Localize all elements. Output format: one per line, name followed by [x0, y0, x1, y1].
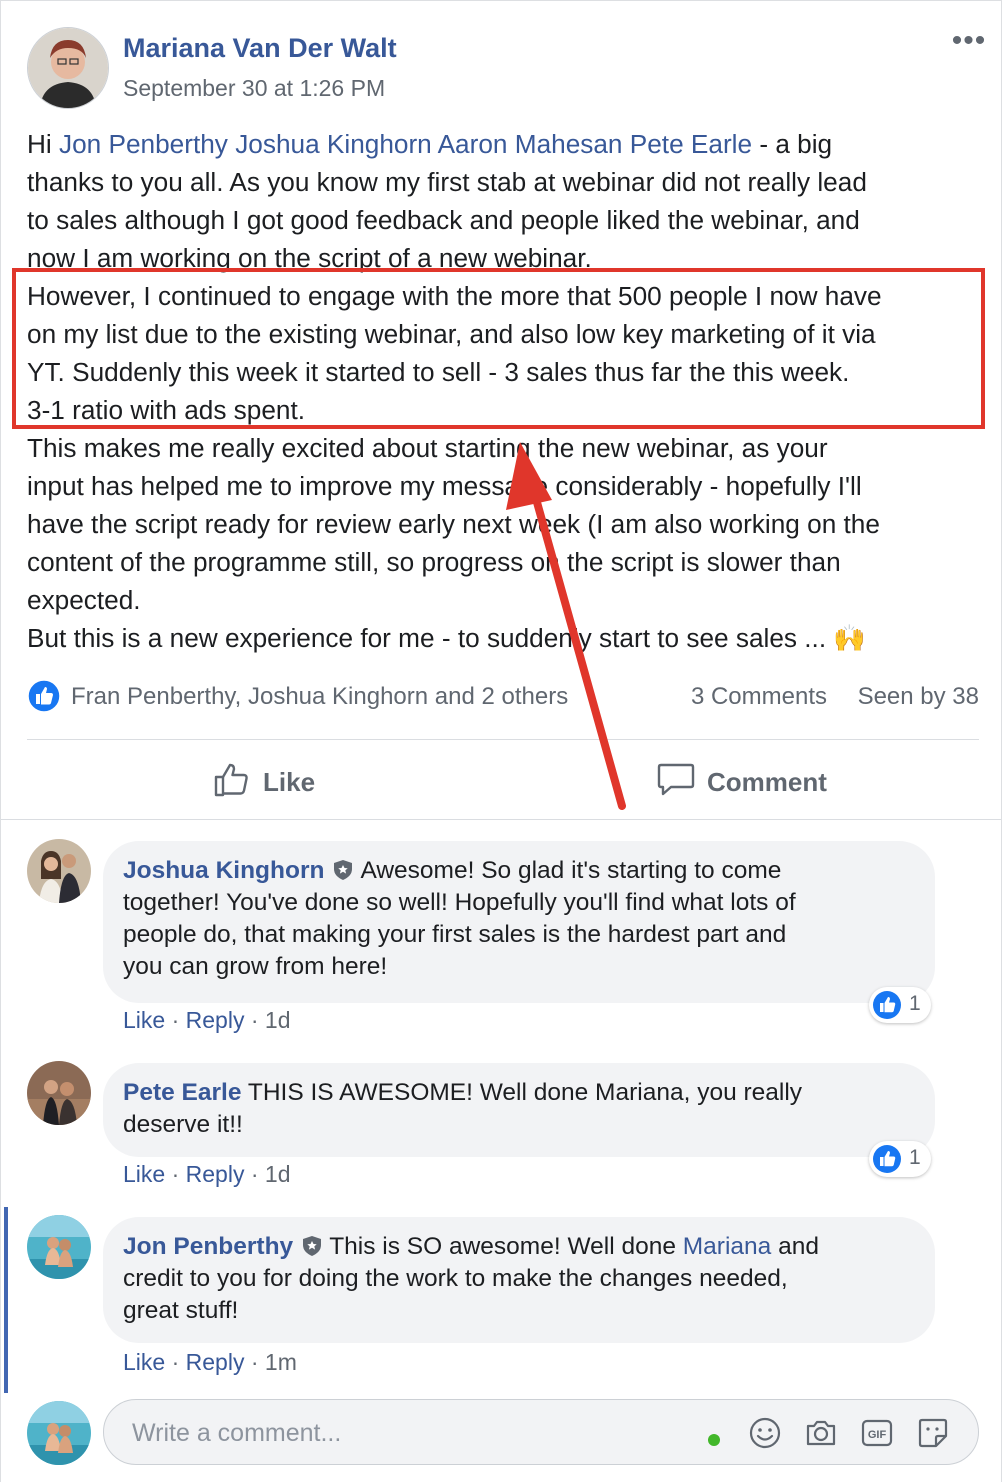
commenter-name[interactable]: Joshua Kinghorn	[123, 857, 324, 884]
shield-icon	[303, 1236, 322, 1256]
mention-link[interactable]: Pete Earle	[630, 129, 752, 159]
mention-link[interactable]: Jon Penberthy	[59, 129, 228, 159]
sticker-icon[interactable]	[916, 1416, 950, 1450]
comment-age[interactable]: 1d	[265, 1161, 291, 1187]
mention-link[interactable]: Joshua Kinghorn	[235, 129, 432, 159]
divider	[27, 739, 979, 740]
commenter-avatar[interactable]	[27, 1215, 91, 1279]
comment-text: This is SO awesome! Well done	[329, 1233, 683, 1260]
reaction-count: 1	[909, 992, 921, 1015]
comment-like-link[interactable]: Like	[123, 1161, 165, 1187]
post-text: - a big	[752, 129, 833, 159]
reaction-count: 1	[909, 1146, 921, 1169]
commenter-avatar[interactable]	[27, 1061, 91, 1125]
post-author-name[interactable]: Mariana Van Der Walt	[123, 33, 397, 64]
comment-bubble: Joshua Kinghorn Awesome! So glad it's sta…	[103, 841, 935, 1003]
commenter-name[interactable]: Pete Earle	[123, 1079, 242, 1106]
post-line: thanks to you all. As you know my first …	[27, 167, 867, 197]
comment-composer: GIF	[103, 1399, 979, 1465]
comment-line: deserve it!!	[123, 1111, 243, 1138]
camera-icon[interactable]	[804, 1416, 838, 1450]
post-line: have the script ready for review early n…	[27, 509, 880, 539]
comment-actions: Like · Reply · 1d	[123, 1161, 291, 1187]
comment-button[interactable]: Comment	[657, 759, 837, 805]
post-line: This makes me really excited about start…	[27, 433, 828, 463]
commenter-name[interactable]: Jon Penberthy	[123, 1233, 293, 1260]
comment-like-link[interactable]: Like	[123, 1007, 165, 1033]
comment-line: Pete Earle THIS IS AWESOME! Well done Ma…	[123, 1077, 915, 1109]
reactions-summary: Fran Penberthy, Joshua Kinghorn and 2 ot…	[27, 677, 979, 717]
comment-text: Awesome! So glad it's starting to come	[360, 857, 782, 884]
post-line: Hi Jon Penberthy Joshua Kinghorn Aaron M…	[27, 125, 987, 163]
commenter-avatar[interactable]	[27, 839, 91, 903]
thumbs-up-icon	[214, 763, 248, 797]
comment-bubble: Pete Earle THIS IS AWESOME! Well done Ma…	[103, 1063, 935, 1157]
comment-actions: Like · Reply · 1d	[123, 1007, 291, 1033]
online-status-dot	[708, 1434, 720, 1446]
comment-line: you can grow from here!	[123, 953, 388, 980]
current-user-avatar[interactable]	[27, 1401, 91, 1465]
comment-reaction-badge[interactable]: 1	[869, 1141, 931, 1177]
emoji-icon[interactable]	[748, 1416, 782, 1450]
comment-text: and	[771, 1233, 819, 1260]
comment-line: great stuff!	[123, 1297, 239, 1324]
post-text: Hi	[27, 129, 60, 159]
comment-text: THIS IS AWESOME! Well done Mariana, you …	[247, 1079, 803, 1106]
comment-reaction-badge[interactable]: 1	[869, 987, 931, 1023]
like-reaction-icon	[873, 1145, 901, 1173]
more-options-button[interactable]: •••	[949, 23, 989, 59]
author-avatar[interactable]	[27, 27, 109, 109]
post-line: content of the programme still, so progr…	[27, 547, 841, 577]
like-label: Like	[263, 767, 316, 797]
post-card: Mariana Van Der Walt September 30 at 1:2…	[0, 0, 1002, 1482]
comment-age[interactable]: 1d	[265, 1007, 291, 1033]
comment-line: credit to you for doing the work to make…	[123, 1265, 788, 1292]
like-reaction-icon	[27, 679, 61, 713]
shield-icon	[334, 860, 353, 880]
post-line: input has helped me to improve my messag…	[27, 471, 862, 501]
comment-actions: Like · Reply · 1m	[123, 1349, 297, 1375]
seen-by-link[interactable]: Seen by 38	[858, 683, 979, 711]
comment-reply-link[interactable]: Reply	[186, 1007, 245, 1033]
comment-input[interactable]	[130, 1412, 694, 1454]
comment-age[interactable]: 1m	[265, 1349, 297, 1375]
like-button[interactable]: Like	[213, 759, 333, 805]
comment-like-link[interactable]: Like	[123, 1349, 165, 1375]
reactors-link[interactable]: Fran Penberthy, Joshua Kinghorn and 2 ot…	[71, 683, 568, 711]
active-comment-indicator	[4, 1207, 8, 1393]
highlight-annotation-box	[12, 268, 985, 429]
comment-line: Joshua Kinghorn Awesome! So glad it's sta…	[123, 855, 915, 887]
mention-link[interactable]: Mariana	[683, 1233, 772, 1260]
comment-bubble: Jon Penberthy This is SO awesome! Well do…	[103, 1217, 935, 1343]
comment-reply-link[interactable]: Reply	[186, 1349, 245, 1375]
post-timestamp[interactable]: September 30 at 1:26 PM	[123, 75, 385, 102]
post-line: But this is a new experience for me - to…	[27, 623, 866, 653]
comment-reply-link[interactable]: Reply	[186, 1161, 245, 1187]
comment-icon	[657, 763, 695, 796]
post-line: expected.	[27, 585, 141, 615]
like-reaction-icon	[873, 991, 901, 1019]
comments-count-link[interactable]: 3 Comments	[691, 683, 827, 711]
comment-line: Jon Penberthy This is SO awesome! Well do…	[123, 1231, 915, 1263]
svg-text:GIF: GIF	[868, 1429, 887, 1441]
comment-line: together! You've done so well! Hopefully…	[123, 889, 796, 916]
gif-icon[interactable]: GIF	[860, 1416, 894, 1450]
mention-link[interactable]: Aaron Mahesan	[438, 129, 623, 159]
comment-line: people do, that making your first sales …	[123, 921, 787, 948]
post-line: to sales although I got good feedback an…	[27, 205, 860, 235]
comment-label: Comment	[707, 767, 827, 797]
